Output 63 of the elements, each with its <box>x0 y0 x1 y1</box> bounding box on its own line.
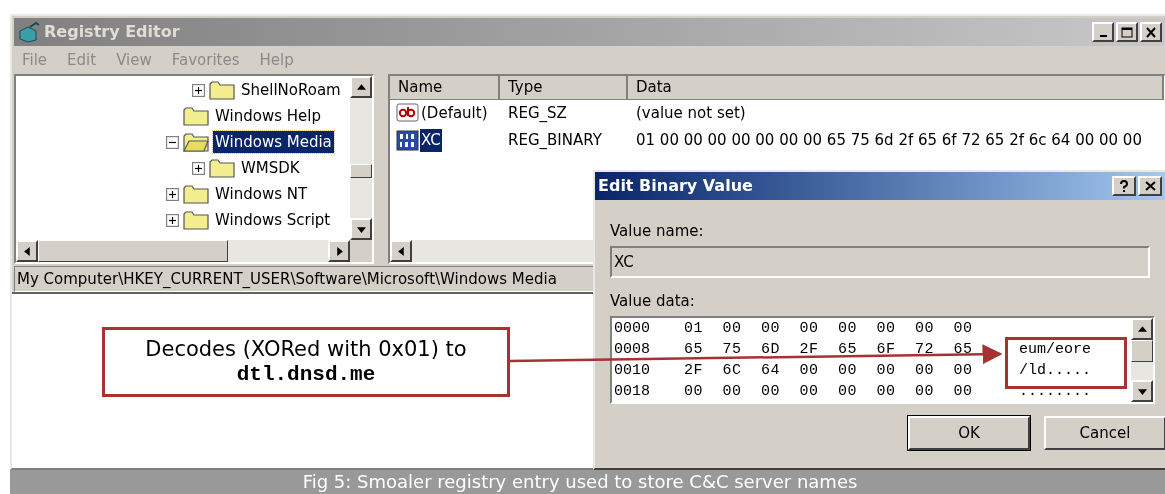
arrow-left-icon <box>396 246 406 256</box>
scroll-arrow-button[interactable] <box>328 240 350 262</box>
expand-icon[interactable] <box>166 187 179 201</box>
close-icon <box>1145 26 1157 38</box>
scroll-thumb[interactable] <box>350 164 372 178</box>
value-type: REG_SZ <box>507 103 568 125</box>
folder-icon <box>183 210 209 230</box>
tree-item[interactable]: ShellNoRoam <box>239 78 343 102</box>
value-name-field[interactable]: XC <box>610 246 1150 278</box>
horizontal-scrollbar[interactable] <box>16 240 372 262</box>
decoded-domain: dtl.dnsd.me <box>236 362 376 388</box>
ok-button[interactable]: OK <box>908 416 1030 450</box>
minimize-button[interactable] <box>1092 22 1114 42</box>
scroll-thumb[interactable] <box>38 240 228 262</box>
close-button[interactable] <box>1138 176 1162 196</box>
maximize-icon <box>1121 26 1133 38</box>
vertical-scrollbar[interactable] <box>350 76 372 240</box>
value-data: (value not set) <box>635 103 747 125</box>
tree-item[interactable]: Windows Script <box>213 208 333 232</box>
callout-text: Decodes (XORed with 0x01) to <box>145 336 467 362</box>
folder-icon <box>183 184 209 204</box>
scroll-arrow-button[interactable] <box>16 240 38 262</box>
expand-icon[interactable] <box>192 83 205 97</box>
tree-item[interactable]: WMSDK <box>239 156 302 180</box>
maximize-button[interactable] <box>1116 22 1138 42</box>
expand-icon[interactable] <box>166 213 179 227</box>
value-type: REG_BINARY <box>507 130 603 152</box>
value-data: 01 00 00 00 00 00 00 00 65 75 6d 2f 65 6f 72 65 2f 6c 64 00 00 00 <box>635 130 1143 152</box>
column-header[interactable]: Type <box>500 76 628 100</box>
tree-item[interactable]: Windows Help <box>213 104 323 128</box>
value-name[interactable]: XC <box>420 129 442 152</box>
scroll-arrow-button[interactable] <box>350 76 372 98</box>
open-folder-icon <box>183 132 209 152</box>
folder-icon <box>183 106 209 126</box>
minimize-icon <box>1099 34 1107 37</box>
scroll-arrow-button[interactable] <box>390 240 412 262</box>
window-title: Registry Editor <box>44 21 180 43</box>
value-name[interactable]: (Default) <box>420 102 489 125</box>
arrow-down-icon <box>356 224 366 234</box>
figure-caption: Fig 5: Smoaler registry entry used to store C&C server names <box>302 470 858 494</box>
scrollbar-corner <box>350 240 372 262</box>
help-icon <box>1119 180 1129 192</box>
tree-item[interactable]: Windows Media <box>213 130 334 154</box>
collapse-icon[interactable] <box>166 135 179 149</box>
column-header[interactable]: Name <box>390 76 500 100</box>
folder-icon <box>209 80 235 100</box>
arrow-left-icon <box>22 246 32 256</box>
expand-icon[interactable] <box>192 161 205 175</box>
tree-item[interactable]: Windows NT <box>213 182 310 206</box>
value-data-label: Value data: <box>610 291 696 310</box>
cancel-button[interactable]: Cancel <box>1044 416 1165 450</box>
close-icon <box>1144 181 1156 191</box>
folder-icon <box>209 158 235 178</box>
dialog-title: Edit Binary Value <box>598 175 753 197</box>
close-button[interactable] <box>1140 22 1162 42</box>
scroll-arrow-button[interactable] <box>350 218 372 240</box>
value-name-label: Value name: <box>610 221 705 240</box>
help-button[interactable] <box>1112 176 1136 196</box>
binary-value-icon <box>396 129 420 152</box>
arrow-right-icon <box>334 246 344 256</box>
column-header[interactable]: Data <box>628 76 1164 100</box>
arrow-up-icon <box>356 82 366 92</box>
string-value-icon <box>396 102 420 125</box>
